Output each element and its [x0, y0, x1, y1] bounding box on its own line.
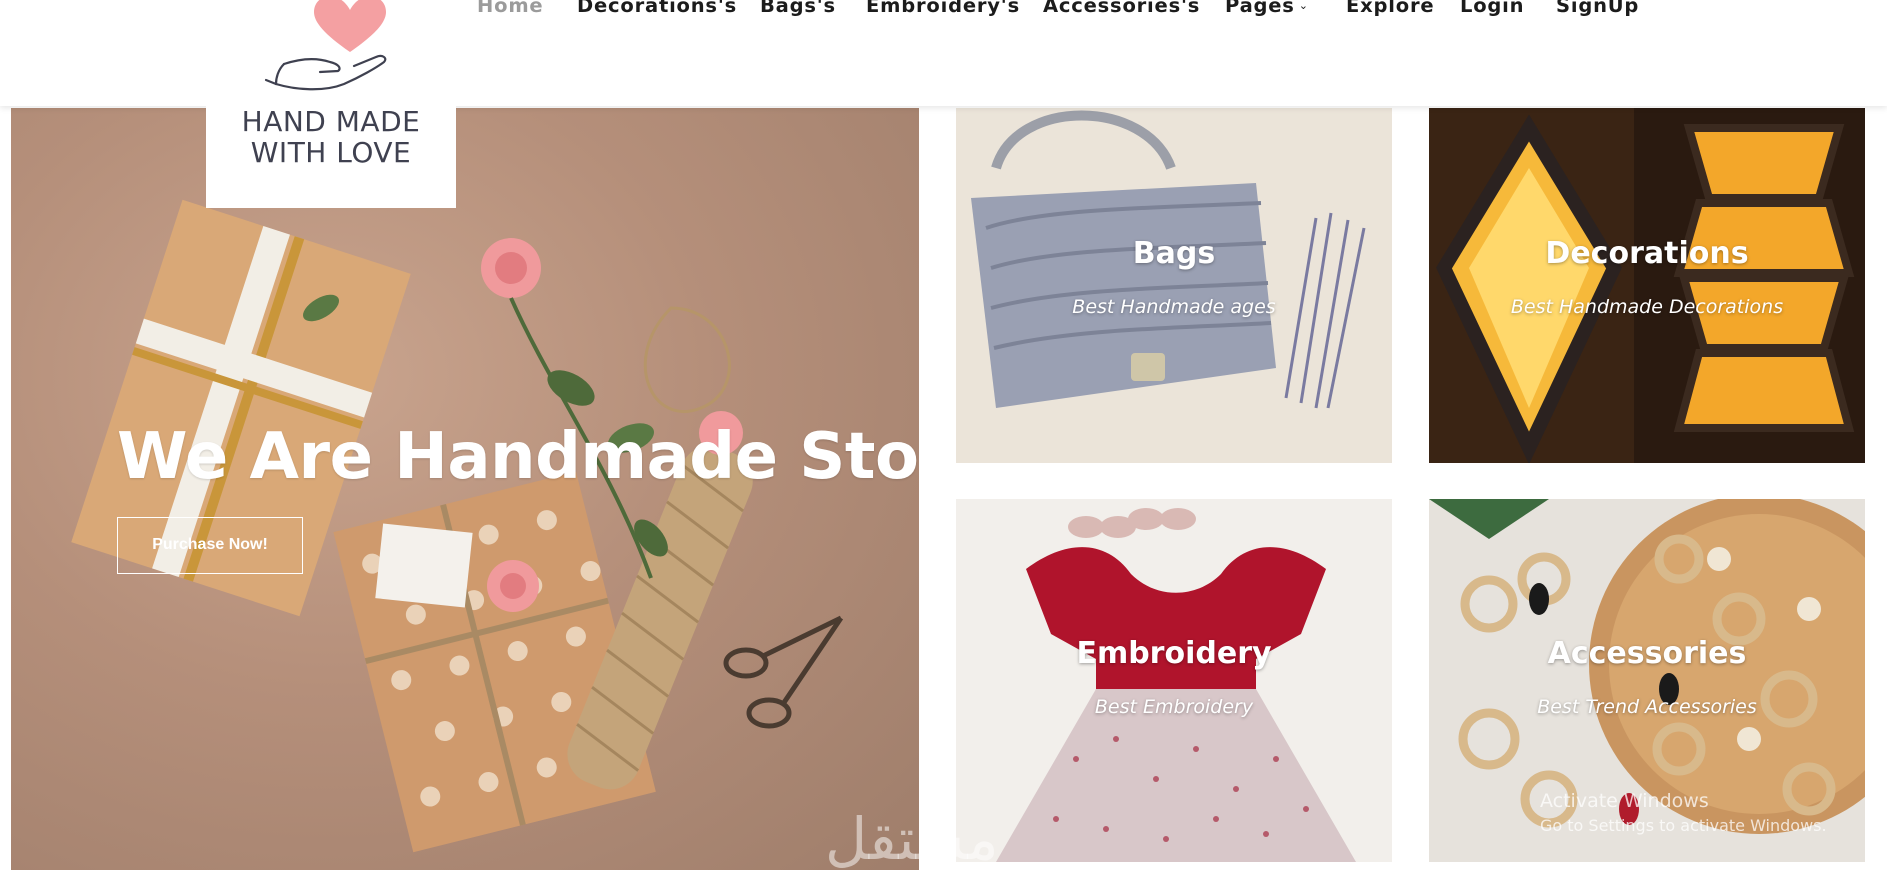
open-hand-icon — [264, 54, 387, 91]
category-subtitle: Best Handmade Decorations — [1510, 296, 1784, 318]
bags-image — [956, 108, 1392, 463]
nav-login[interactable]: Login — [1460, 0, 1524, 17]
site-logo[interactable]: HAND MADE WITH LOVE — [206, 0, 456, 208]
category-subtitle: Best Handmade ages — [1072, 296, 1276, 318]
decorations-image — [1429, 108, 1865, 463]
heart-icon — [314, 0, 386, 52]
category-title: Decorations — [1545, 236, 1749, 271]
hero-banner: We Are Handmade Store Purchase Now! — [11, 108, 919, 870]
nav-pages-label: Pages — [1225, 0, 1295, 17]
nav-embroidery[interactable]: Embroidery's — [866, 0, 1020, 17]
category-title: Embroidery — [1076, 636, 1272, 671]
nav-home[interactable]: Home — [477, 0, 543, 17]
nav-accessories[interactable]: Accessories's — [1043, 0, 1200, 17]
logo-text-line1: HAND MADE — [241, 105, 421, 138]
hero-title: We Are Handmade Store — [117, 420, 919, 494]
site-watermark: مستقل — [825, 805, 999, 873]
category-subtitle: Best Trend Accessories — [1537, 696, 1757, 718]
category-tile-embroidery[interactable]: Embroidery Best Embroidery — [956, 499, 1392, 862]
embroidery-image — [956, 499, 1392, 862]
activate-windows-overlay: Activate Windows Go to Settings to activ… — [1540, 790, 1827, 835]
nav-explore[interactable]: Explore — [1346, 0, 1434, 17]
nav-pages[interactable]: Pages ⌄ — [1225, 0, 1309, 17]
logo-graphic — [264, 0, 387, 91]
logo-text-line2: WITH LOVE — [250, 136, 412, 169]
chevron-down-icon: ⌄ — [1298, 0, 1309, 12]
category-title: Accessories — [1547, 636, 1747, 671]
activate-windows-title: Activate Windows — [1540, 790, 1709, 812]
nav-bags[interactable]: Bags's — [760, 0, 836, 17]
activate-windows-text: Go to Settings to activate Windows. — [1540, 816, 1827, 835]
category-subtitle: Best Embroidery — [1094, 696, 1254, 718]
category-title: Bags — [1132, 236, 1216, 271]
nav-decorations[interactable]: Decorations's — [577, 0, 737, 17]
category-tile-decorations[interactable]: Decorations Best Handmade Decorations — [1429, 108, 1865, 463]
purchase-now-button[interactable]: Purchase Now! — [117, 517, 303, 574]
nav-signup[interactable]: SignUp — [1556, 0, 1639, 17]
category-tile-bags[interactable]: Bags Best Handmade ages — [956, 108, 1392, 463]
